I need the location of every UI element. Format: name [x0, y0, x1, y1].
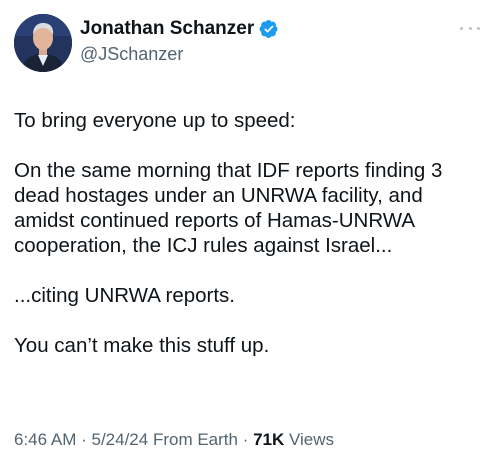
verified-badge-icon[interactable] [259, 19, 279, 39]
meta-separator: · [76, 430, 92, 449]
views-count[interactable]: 71K [253, 430, 284, 449]
tweet-paragraph: You can’t make this stuff up. [14, 334, 270, 357]
tweet-meta: 6:46 AM · 5/24/24 From Earth · 71K Views [14, 430, 334, 450]
tweet-source: From Earth [148, 430, 238, 449]
tweet-text: To bring everyone up to speed: On the sa… [14, 108, 490, 358]
meta-separator: · [237, 430, 254, 449]
tweet-time[interactable]: 6:46 AM [14, 430, 76, 449]
tweet-paragraph: ...citing UNRWA reports. [14, 284, 236, 307]
tweet-paragraph: To bring everyone up to speed: [14, 109, 296, 132]
author-display-name[interactable]: Jonathan Schanzer [80, 18, 254, 40]
tweet-paragraph: On the same morning that IDF reports fin… [14, 159, 443, 257]
views-label: Views [284, 430, 335, 449]
tweet-card: Jonathan Schanzer @JSchanzer To bring ev… [0, 0, 500, 464]
more-options-icon[interactable] [460, 24, 480, 32]
tweet-date[interactable]: 5/24/24 [91, 430, 148, 449]
avatar-image [14, 14, 72, 72]
tweet-header: Jonathan Schanzer @JSchanzer [14, 14, 484, 74]
author-handle[interactable]: @JSchanzer [80, 44, 279, 65]
avatar[interactable] [14, 14, 72, 72]
display-name-row: Jonathan Schanzer [80, 17, 279, 41]
author-names: Jonathan Schanzer @JSchanzer [80, 17, 279, 65]
